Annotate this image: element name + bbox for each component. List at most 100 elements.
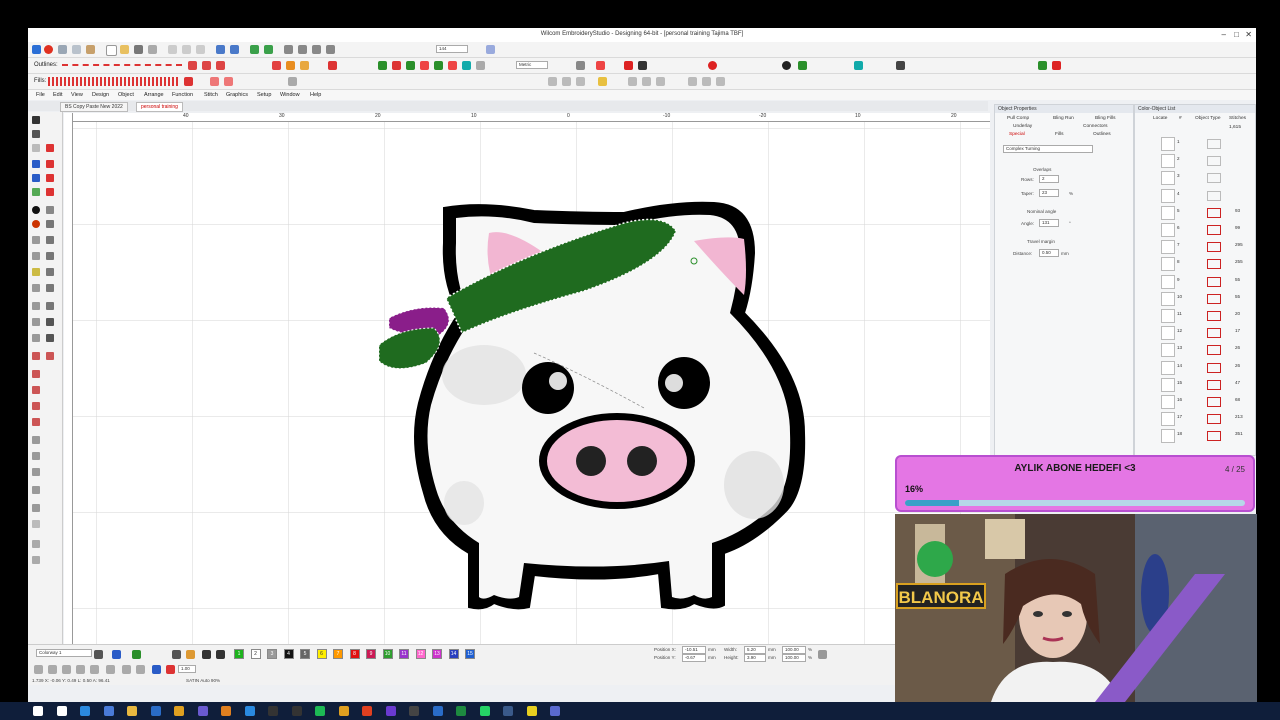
outline-tool-icon[interactable]	[216, 61, 225, 70]
tool-icon[interactable]	[46, 334, 54, 342]
tool-icon[interactable]	[476, 61, 485, 70]
open-icon[interactable]	[120, 45, 129, 54]
rows-input[interactable]: 2	[1039, 175, 1059, 183]
color-swatch[interactable]: 8	[349, 649, 360, 659]
design-canvas[interactable]	[64, 113, 990, 645]
color-object-row[interactable]: 4	[1137, 187, 1251, 203]
undo-icon[interactable]	[216, 45, 225, 54]
tool-icon[interactable]	[1038, 61, 1047, 70]
copy-icon[interactable]	[182, 45, 191, 54]
width-percent-input[interactable]: 100.00	[782, 646, 806, 654]
tool-icon[interactable]	[46, 252, 54, 260]
color-swatch[interactable]: 2	[250, 649, 261, 659]
tool-icon[interactable]	[152, 665, 161, 674]
windows-icon[interactable]	[33, 706, 43, 716]
home-icon[interactable]	[32, 45, 41, 54]
tool-icon[interactable]	[596, 61, 605, 70]
tool-icon[interactable]	[46, 174, 54, 182]
color-swatch[interactable]: 5	[300, 649, 310, 659]
palette-icon[interactable]	[112, 650, 121, 659]
fill-tool-icon[interactable]	[328, 61, 337, 70]
redo-icon[interactable]	[230, 45, 239, 54]
height-input[interactable]: 3.90	[744, 654, 766, 662]
color-swatch[interactable]: 12	[415, 649, 426, 659]
tool-icon[interactable]	[32, 268, 40, 276]
tab-personal-training[interactable]: personal training	[136, 102, 183, 112]
tool-icon[interactable]	[32, 370, 40, 378]
app-icon[interactable]	[409, 706, 419, 716]
fill-tool-icon[interactable]	[300, 61, 309, 70]
tool-icon[interactable]	[638, 61, 647, 70]
tab-fills[interactable]: Fills	[1055, 132, 1064, 137]
tool-icon[interactable]	[46, 318, 54, 326]
cut-icon[interactable]	[168, 45, 177, 54]
color-object-row[interactable]: 12 17	[1137, 324, 1251, 341]
illustrator-icon[interactable]	[221, 706, 231, 716]
wilcom-logo-icon[interactable]	[44, 45, 53, 54]
tool-icon[interactable]	[32, 468, 40, 476]
menu-file[interactable]: File	[36, 92, 45, 98]
colorway-select[interactable]: Colorway 1	[36, 649, 92, 657]
tool-icon[interactable]	[46, 268, 54, 276]
tool-icon[interactable]	[32, 402, 40, 410]
info-icon[interactable]	[782, 61, 791, 70]
chrome-icon[interactable]	[174, 706, 184, 716]
color-object-row[interactable]: 13 26	[1137, 341, 1251, 358]
tool-icon[interactable]	[136, 665, 145, 674]
tool-icon[interactable]	[32, 452, 40, 460]
tool-icon[interactable]	[708, 61, 717, 70]
tab-bs-copy-paste[interactable]: BS Copy Paste New 2022	[60, 102, 128, 112]
maximize-button[interactable]: □	[1234, 30, 1239, 39]
tool-icon[interactable]	[406, 61, 415, 70]
tool-icon[interactable]	[32, 386, 40, 394]
align-icon[interactable]	[702, 77, 711, 86]
color-swatch[interactable]: 1	[234, 649, 244, 659]
stitch-icon[interactable]	[250, 45, 259, 54]
tab-bling-run[interactable]: Bling Run	[1053, 116, 1074, 121]
color-object-row[interactable]: 3	[1137, 169, 1251, 186]
fill-tool-icon[interactable]	[272, 61, 281, 70]
tool-icon[interactable]	[32, 520, 40, 528]
color-swatch[interactable]: 10	[382, 649, 393, 659]
eyedropper-icon[interactable]	[172, 650, 181, 659]
photoshop-icon[interactable]	[244, 706, 255, 716]
tab-connectors[interactable]: Connectors	[1083, 124, 1108, 129]
tab-underlay[interactable]: Underlay	[1013, 124, 1032, 129]
tool-icon[interactable]	[32, 352, 40, 360]
align-icon[interactable]	[716, 77, 725, 86]
reshape-icon[interactable]	[32, 130, 40, 138]
color-swatch[interactable]: 14	[448, 649, 459, 659]
steam-icon[interactable]	[503, 706, 513, 716]
tool-icon[interactable]	[32, 418, 40, 426]
tool-icon[interactable]	[106, 665, 115, 674]
tool-icon[interactable]	[434, 61, 443, 70]
tool-icon[interactable]	[122, 665, 131, 674]
fill-tool-icon[interactable]	[210, 77, 219, 86]
color-object-row[interactable]: 11 20	[1137, 307, 1251, 323]
tool-icon[interactable]	[46, 284, 54, 292]
outline-stitch-types[interactable]	[62, 64, 182, 68]
app-icon[interactable]	[268, 706, 278, 716]
menu-object[interactable]: Object	[118, 92, 134, 98]
tool-icon[interactable]	[32, 206, 40, 214]
color-object-row[interactable]: 9 55	[1137, 273, 1251, 289]
close-button[interactable]: ✕	[1245, 30, 1252, 39]
position-y-input[interactable]: -0.67	[682, 654, 706, 662]
tool-icon[interactable]	[32, 556, 40, 564]
outline-tool-icon[interactable]	[202, 61, 211, 70]
tool-icon[interactable]	[32, 318, 40, 326]
grid-icon[interactable]	[486, 45, 495, 54]
publisher-icon[interactable]	[432, 706, 443, 716]
travel-icon[interactable]	[284, 45, 293, 54]
save-icon[interactable]	[134, 45, 143, 54]
tool-icon[interactable]	[1052, 61, 1061, 70]
tool-icon[interactable]	[576, 61, 585, 70]
applique-icon[interactable]	[378, 61, 387, 70]
tool-icon[interactable]	[32, 236, 40, 244]
text-icon[interactable]	[32, 160, 40, 168]
edge-icon[interactable]	[80, 706, 90, 716]
fill-tool-icon[interactable]	[184, 77, 193, 86]
remove-icon[interactable]	[216, 650, 225, 659]
tool-icon[interactable]	[896, 61, 905, 70]
fill-tool-icon[interactable]	[224, 77, 233, 86]
